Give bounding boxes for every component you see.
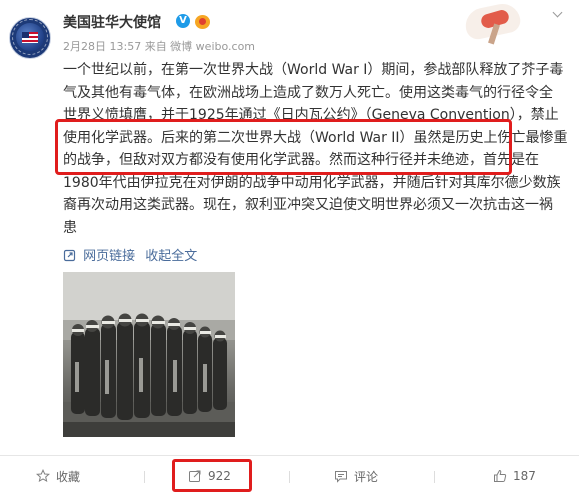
comment-button[interactable]: 评论 (334, 456, 378, 496)
action-separator (434, 471, 435, 483)
post-line: 气及其他有毒气体，在欧洲战场上造成了数万人死亡。使用这类毒气的行径令全 (63, 84, 553, 101)
highlight-box (55, 119, 512, 175)
star-icon (36, 469, 50, 483)
post-photo[interactable] (63, 272, 235, 437)
action-separator (144, 471, 145, 483)
web-link[interactable]: 网页链接 (83, 249, 135, 264)
comment-icon (335, 471, 347, 483)
post-line: 一个世纪以前，在第一次世界大战（World War I）期间，参战部队释放了芥子… (63, 62, 564, 78)
collapse-link[interactable]: 收起全文 (145, 249, 197, 264)
like-count: 187 (513, 469, 536, 483)
post-line: 裔再次动用这类武器。现在，叙利亚冲突又迫使文明世界必须又一次抗击这一祸 (63, 197, 553, 213)
post-meta: 2月28日 13:57 来自 微博 weibo.com (63, 40, 256, 53)
thumbs-up-icon (494, 469, 507, 482)
favorite-label: 收藏 (56, 469, 81, 484)
avatar[interactable] (9, 17, 51, 59)
favorite-button[interactable]: 收藏 (36, 456, 80, 496)
author-name[interactable]: 美国驻华大使馆 (63, 12, 161, 32)
comment-label: 评论 (354, 469, 379, 484)
post-links: 网页链接 收起全文 (63, 245, 197, 264)
link-icon (63, 249, 76, 262)
us-flag-icon (22, 32, 38, 43)
weibo-post-card: 美国驻华大使馆 V 2月28日 13:57 来自 微博 weibo.com 一个… (0, 0, 579, 496)
soldiers-photo-illustration (63, 272, 235, 437)
post-line: 患 (63, 219, 77, 236)
verified-v-icon: V (176, 14, 190, 28)
card-decoration (455, 0, 540, 45)
action-separator (289, 471, 290, 483)
medal-icon[interactable] (195, 13, 210, 29)
like-button[interactable]: 187 (493, 456, 536, 496)
highlight-box (172, 459, 252, 492)
chevron-down-icon[interactable] (551, 10, 565, 20)
